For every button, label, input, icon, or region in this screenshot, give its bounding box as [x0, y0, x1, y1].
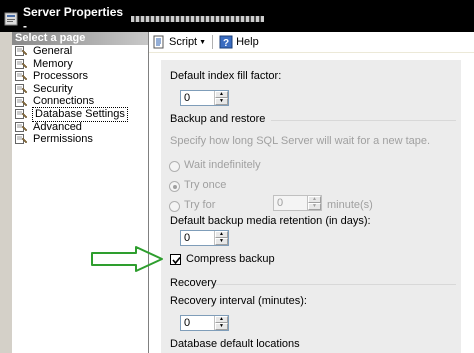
title-bar: Server Properties -	[0, 0, 474, 33]
toolbar-separator	[212, 35, 214, 49]
sidebar-item-label: General	[33, 45, 73, 57]
help-icon: ?	[219, 35, 233, 49]
recovery-interval-value: 0	[184, 317, 191, 329]
spin-up-icon[interactable]: ▲	[215, 316, 228, 323]
page-wrench-icon	[15, 84, 28, 95]
spin-down-icon[interactable]: ▼	[308, 203, 321, 210]
sidebar-item-memory[interactable]: Memory	[12, 58, 148, 71]
server-properties-icon	[4, 12, 18, 26]
recovery-interval-spinner[interactable]: 0 ▲ ▼	[180, 315, 229, 331]
sidebar-item-label: Processors	[33, 70, 89, 83]
help-label: Help	[236, 36, 259, 48]
sidebar-item-label: Memory	[33, 57, 73, 70]
sidebar-item-label: Connections	[33, 95, 95, 108]
page-list: General Memory Processors Security Connectio…	[12, 45, 148, 146]
checkmark-icon	[172, 256, 181, 265]
backup-section-heading: Backup and restore	[170, 113, 266, 125]
page-wrench-icon	[15, 71, 28, 82]
fill-factor-label: Default index fill factor:	[170, 70, 282, 82]
section-divider	[271, 120, 456, 121]
select-page-header: Select a page	[12, 32, 148, 45]
page-wrench-icon	[15, 109, 28, 120]
minutes-unit-label: minute(s)	[327, 199, 373, 211]
sidebar-item-label: Database Settings	[32, 107, 128, 122]
spin-up-icon[interactable]: ▲	[308, 196, 321, 203]
fill-factor-spinner[interactable]: 0 ▲ ▼	[180, 90, 229, 106]
window-title: Server Properties -	[23, 5, 124, 33]
page-wrench-icon	[15, 46, 28, 57]
spin-down-icon[interactable]: ▼	[215, 323, 228, 330]
sidebar-item-database-settings[interactable]: Database Settings	[12, 107, 148, 122]
try-for-label: Try for	[184, 199, 216, 211]
fill-factor-value: 0	[184, 92, 191, 104]
recovery-interval-label: Recovery interval (minutes):	[170, 295, 307, 307]
help-button[interactable]: ? Help	[216, 33, 262, 51]
section-divider	[216, 284, 456, 285]
sidebar-item-label: Permissions	[33, 133, 93, 146]
wait-indefinitely-label: Wait indefinitely	[184, 159, 261, 171]
sidebar-item-processors[interactable]: Processors	[12, 70, 148, 83]
spin-up-icon[interactable]: ▲	[215, 231, 228, 238]
script-button[interactable]: Script ▼	[149, 33, 209, 51]
svg-text:?: ?	[223, 38, 229, 49]
page-wrench-icon	[15, 121, 28, 132]
compress-backup-label: Compress backup	[186, 253, 275, 265]
sidebar-item-label: Security	[33, 82, 73, 95]
toolbar: Script ▼ ? Help	[149, 32, 474, 53]
tape-wait-description: Specify how long SQL Server will wait fo…	[170, 135, 431, 147]
try-for-radio[interactable]	[169, 201, 180, 212]
page-wrench-icon	[15, 58, 28, 69]
wait-indefinitely-radio[interactable]	[169, 161, 180, 172]
retention-value: 0	[184, 232, 191, 244]
spin-up-icon[interactable]: ▲	[215, 91, 228, 98]
try-once-radio[interactable]	[169, 181, 180, 192]
sidebar-item-label: Advanced	[33, 120, 82, 133]
chevron-down-icon[interactable]: ▼	[199, 39, 206, 46]
highlight-arrow	[91, 246, 163, 272]
redacted-server-name	[131, 16, 264, 22]
script-icon	[153, 35, 164, 49]
page-selector-pane: Select a page General Memory Processors Sec…	[12, 32, 149, 353]
sidebar-item-permissions[interactable]: Permissions	[12, 133, 148, 146]
sidebar-item-advanced[interactable]: Advanced	[12, 121, 148, 134]
retention-label: Default backup media retention (in days)…	[170, 215, 371, 227]
try-for-spinner[interactable]: 0 ▲ ▼	[273, 195, 322, 211]
retention-spinner[interactable]: 0 ▲ ▼	[180, 230, 229, 246]
properties-pane: Script ▼ ? Help Default index fill facto…	[149, 32, 474, 353]
spin-down-icon[interactable]: ▼	[215, 238, 228, 245]
sidebar-item-general[interactable]: General	[12, 45, 148, 58]
sidebar-item-security[interactable]: Security	[12, 83, 148, 96]
compress-backup-checkbox[interactable]	[170, 254, 181, 265]
page-wrench-icon	[15, 96, 28, 107]
sidebar-item-connections[interactable]: Connections	[12, 95, 148, 108]
try-once-label: Try once	[184, 179, 227, 191]
recovery-section-heading: Recovery	[170, 277, 217, 289]
script-label: Script	[169, 36, 198, 48]
spin-down-icon[interactable]: ▼	[215, 98, 228, 105]
try-for-value: 0	[277, 197, 284, 209]
page-wrench-icon	[15, 134, 28, 145]
database-settings-panel: Default index fill factor: 0 ▲ ▼ Backup a…	[161, 60, 461, 353]
db-locations-section-heading: Database default locations	[170, 338, 300, 350]
